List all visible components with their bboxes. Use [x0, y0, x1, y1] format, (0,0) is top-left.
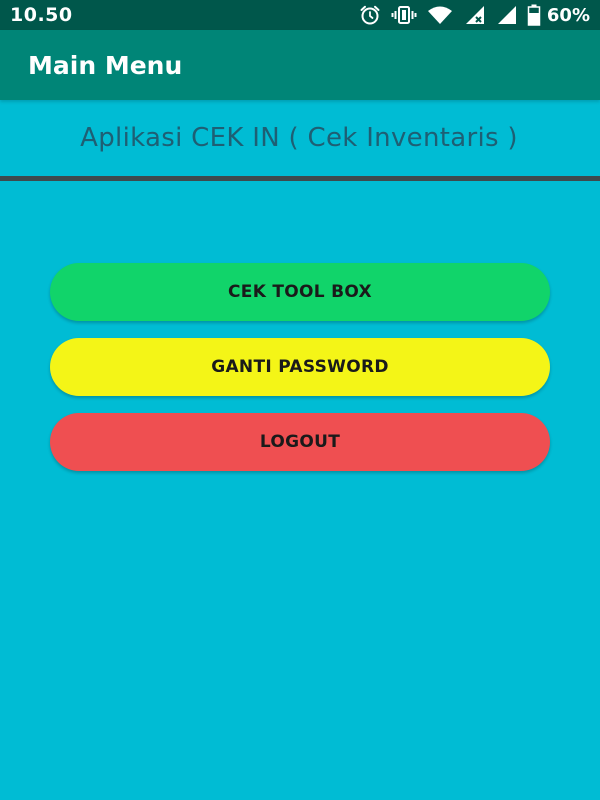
header-banner: Aplikasi CEK IN ( Cek Inventaris )	[0, 100, 600, 176]
header-text: Aplikasi CEK IN ( Cek Inventaris )	[80, 123, 518, 153]
signal-icon	[495, 5, 517, 25]
alarm-icon	[359, 4, 381, 26]
logout-button[interactable]: LOGOUT	[50, 413, 550, 471]
cek-tool-box-button[interactable]: CEK TOOL BOX	[50, 263, 550, 321]
battery-icon	[527, 4, 541, 26]
signal-icon	[463, 5, 485, 25]
battery-percent: 60%	[546, 4, 590, 26]
app-title: Main Menu	[28, 50, 183, 80]
wifi-icon	[427, 5, 453, 25]
status-time: 10.50	[10, 4, 73, 26]
divider	[0, 176, 600, 181]
ganti-password-button[interactable]: GANTI PASSWORD	[50, 338, 550, 396]
app-bar: Main Menu	[0, 30, 600, 100]
vibrate-icon	[391, 5, 417, 25]
status-icons: 60%	[359, 4, 590, 26]
status-bar: 10.50 60%	[0, 0, 600, 30]
